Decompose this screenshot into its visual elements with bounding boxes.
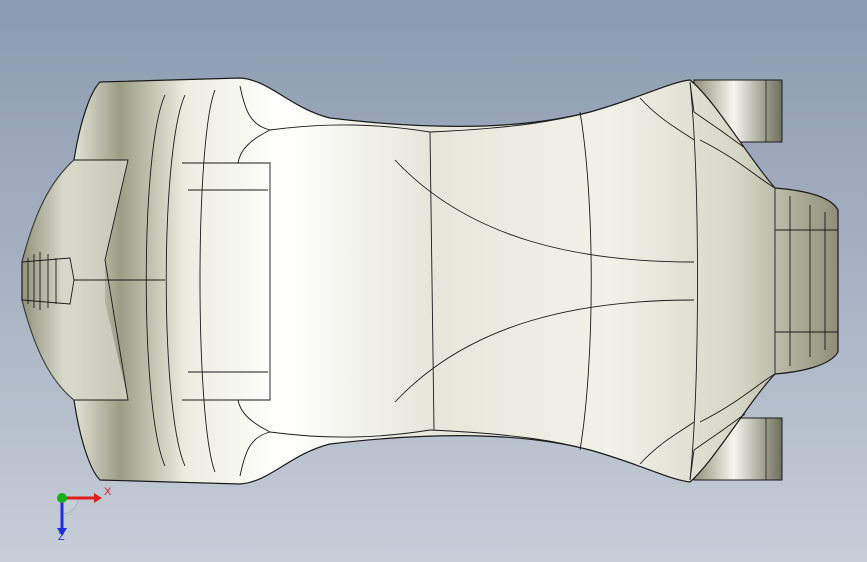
coordinate-triad: X Z bbox=[42, 478, 122, 548]
z-axis-label: Z bbox=[58, 531, 65, 543]
graphics-viewport[interactable]: X Z bbox=[0, 0, 867, 562]
car-body-model[interactable] bbox=[0, 0, 867, 562]
x-axis-label: X bbox=[104, 486, 112, 498]
